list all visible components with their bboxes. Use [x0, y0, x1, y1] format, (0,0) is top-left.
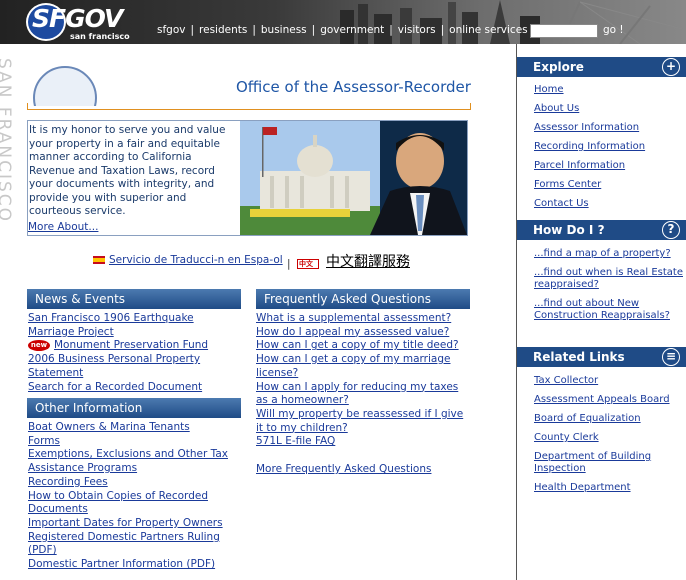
spanish-translation-link[interactable]: Servicio de Traducci-n en Espa-ol [109, 254, 283, 266]
nav-online-services[interactable]: online services [449, 24, 527, 36]
spain-flag-icon [93, 256, 105, 264]
howdo-find-map[interactable]: ...find a map of a property? [534, 248, 671, 259]
nav-visitors[interactable]: visitors [398, 24, 436, 36]
other-item-domestic-partner-info[interactable]: Domestic Partner Information (PDF) [28, 558, 215, 570]
nav-residents[interactable]: residents [199, 24, 247, 36]
faq-list: What is a supplemental assessment? How d… [256, 312, 471, 449]
faq-item-title-deed[interactable]: How can I get a copy of my title deed? [256, 339, 459, 351]
explore-home[interactable]: Home [534, 84, 564, 95]
sfgov-logo[interactable]: SFGOV san francisco [26, 3, 156, 41]
explore-recording-info[interactable]: Recording Information [534, 141, 645, 152]
news-item-monument-fund[interactable]: Monument Preservation Fund [54, 339, 208, 351]
city-seal-icon [33, 66, 97, 106]
news-events-heading: News & Events [27, 289, 241, 309]
explore-forms-center[interactable]: Forms Center [534, 179, 601, 190]
other-item-exemptions[interactable]: Exemptions, Exclusions and Other Tax Ass… [28, 448, 228, 474]
faq-item-appeal[interactable]: How do I appeal my assessed value? [256, 326, 449, 338]
more-about-link[interactable]: More About... [28, 221, 98, 233]
nav-business[interactable]: business [261, 24, 307, 36]
news-item-business-property[interactable]: 2006 Business Personal Property Statemen… [28, 353, 200, 379]
related-board-equalization[interactable]: Board of Equalization [534, 413, 641, 424]
other-item-domestic-partners-ruling[interactable]: Registered Domestic Partners Ruling (PDF… [28, 531, 220, 557]
explore-contact-us[interactable]: Contact Us [534, 198, 589, 209]
list-circle-icon: ≡ [662, 348, 680, 366]
related-links-heading: Related Links ≡ [517, 347, 686, 367]
explore-heading-text: Explore [533, 60, 584, 74]
search-input[interactable] [530, 24, 598, 38]
nav-sfgov[interactable]: sfgov [157, 24, 185, 36]
more-faq-link[interactable]: More Frequently Asked Questions [256, 463, 431, 475]
explore-assessor-info[interactable]: Assessor Information [534, 122, 639, 133]
explore-about-us[interactable]: About Us [534, 103, 579, 114]
howdo-new-construction[interactable]: ...find out about New Construction Reapp… [534, 298, 670, 321]
other-item-recording-fees[interactable]: Recording Fees [28, 476, 108, 488]
other-item-forms[interactable]: Forms [28, 435, 60, 447]
explore-heading: Explore + [517, 57, 686, 77]
site-header: SFGOV san francisco sfgov | residents | busi… [0, 0, 686, 44]
vertical-text: SAN FRANCISCO [0, 58, 14, 224]
related-appeals-board[interactable]: Assessment Appeals Board [534, 394, 670, 405]
how-do-i-heading: How Do I ? ? [517, 220, 686, 240]
explore-parcel-info[interactable]: Parcel Information [534, 160, 625, 171]
news-events-list: San Francisco 1906 Earthquake Marriage P… [28, 312, 243, 394]
how-do-i-list: ...find a map of a property? ...find out… [534, 248, 684, 329]
related-county-clerk[interactable]: County Clerk [534, 432, 599, 443]
related-health-department[interactable]: Health Department [534, 482, 631, 493]
chinese-translation-link[interactable]: 中文翻譯服務 [326, 251, 410, 271]
how-do-i-heading-text: How Do I ? [533, 223, 605, 237]
faq-item-reduce-taxes[interactable]: How can I apply for reducing my taxes as… [256, 381, 458, 407]
question-circle-icon: ? [662, 221, 680, 239]
related-links-heading-text: Related Links [533, 350, 625, 364]
chinese-badge-text: 中文 [299, 260, 313, 268]
related-tax-collector[interactable]: Tax Collector [534, 375, 598, 386]
faq-item-supplemental[interactable]: What is a supplemental assessment? [256, 312, 451, 324]
news-item-search-recorded[interactable]: Search for a Recorded Document [28, 381, 202, 393]
related-building-inspection[interactable]: Department of Building Inspection [534, 451, 651, 474]
new-badge-icon: new [28, 339, 50, 351]
title-divider [27, 103, 471, 110]
logo-subtext: san francisco [70, 32, 130, 41]
other-information-list: Boat Owners & Marina Tenants Forms Exemp… [28, 421, 243, 572]
assessor-photo [240, 121, 467, 235]
faq-item-reassessed[interactable]: Will my property be reassessed if I give… [256, 408, 463, 434]
related-links-list: Tax Collector Assessment Appeals Board B… [534, 375, 684, 501]
go-button[interactable]: go ! [603, 24, 624, 36]
other-item-boat-owners[interactable]: Boat Owners & Marina Tenants [28, 421, 190, 433]
translation-separator: | [287, 258, 291, 270]
faq-item-571l[interactable]: 571L E-file FAQ [256, 435, 335, 447]
nav-government[interactable]: government [320, 24, 384, 36]
faq-heading: Frequently Asked Questions [256, 289, 470, 309]
other-information-heading: Other Information [27, 398, 241, 418]
faq-item-marriage-license[interactable]: How can I get a copy of my marriage lice… [256, 353, 450, 379]
top-navigation: sfgov | residents | business | government | visi… [157, 24, 576, 38]
explore-list: Home About Us Assessor Information Recor… [534, 84, 684, 217]
howdo-reappraised[interactable]: ...find out when is Real Estate reapprai… [534, 267, 683, 290]
intro-text: It is my honor to serve you and value yo… [29, 124, 226, 217]
plus-circle-icon: + [662, 58, 680, 76]
news-item-earthquake-marriage[interactable]: San Francisco 1906 Earthquake Marriage P… [28, 312, 194, 338]
page-title: Office of the Assessor-Recorder [236, 78, 471, 96]
chinese-flag-icon: 中文 [297, 259, 319, 269]
logo-text: SFGOV [32, 4, 123, 33]
other-item-obtain-copies[interactable]: How to Obtain Copies of Recorded Documen… [28, 490, 208, 516]
other-item-important-dates[interactable]: Important Dates for Property Owners [28, 517, 223, 529]
vertical-watermark: SAN FRANCISCO [0, 58, 20, 238]
spanish-translation[interactable]: Servicio de Traducci-n en Espa-ol [93, 254, 283, 266]
